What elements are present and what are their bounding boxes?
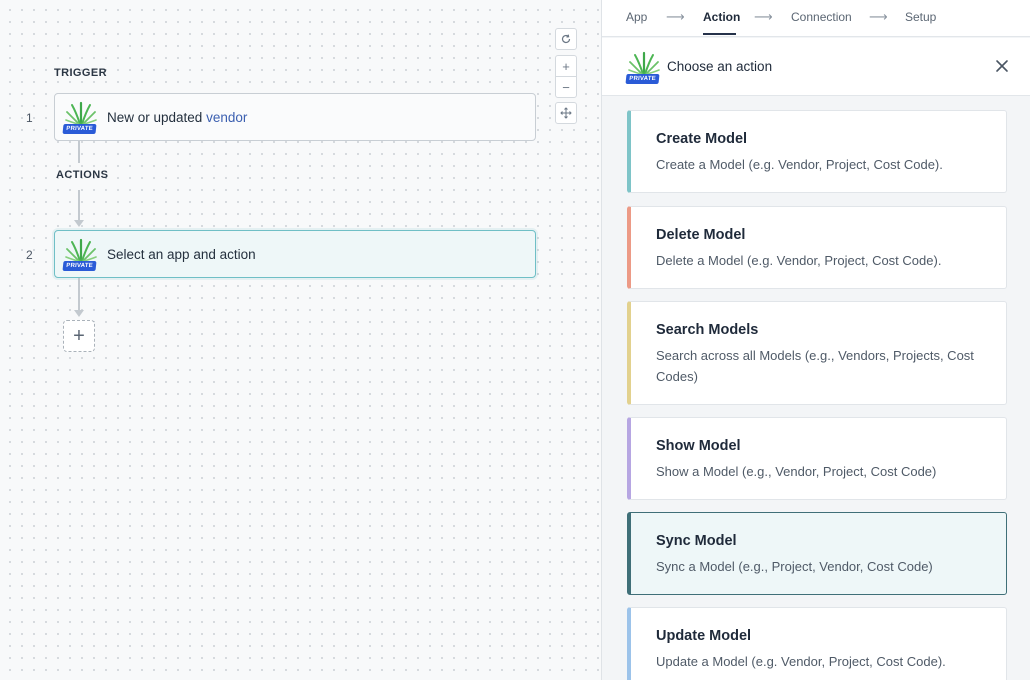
active-step-indicator xyxy=(703,33,736,35)
action-description: Create a Model (e.g. Vendor, Project, Co… xyxy=(656,157,943,172)
zoom-in-button[interactable]: + xyxy=(555,55,577,77)
close-panel-button[interactable] xyxy=(993,57,1011,75)
panel-header: PRIVATE Choose an action xyxy=(602,38,1030,96)
trigger-entity-link: vendor xyxy=(206,109,248,125)
action-option-delete-model[interactable]: Delete Model Delete a Model (e.g. Vendor… xyxy=(627,206,1007,289)
action-option-search-models[interactable]: Search Models Search across all Models (… xyxy=(627,301,1007,405)
step-number: 1 xyxy=(26,111,33,125)
reset-view-button[interactable] xyxy=(555,28,577,50)
arrow-down-icon xyxy=(74,310,84,317)
action-title: Update Model xyxy=(656,628,752,644)
agave-logo-icon xyxy=(628,51,660,75)
private-badge: PRIVATE xyxy=(625,73,660,84)
action-title: Create Model xyxy=(656,131,748,147)
agave-logo-icon xyxy=(65,101,97,126)
trigger-label: TRIGGER xyxy=(54,67,107,79)
close-icon xyxy=(996,60,1008,72)
trigger-step-card[interactable]: PRIVATE New or updated vendor xyxy=(54,93,536,141)
refresh-icon xyxy=(561,34,571,44)
private-badge: PRIVATE xyxy=(62,124,97,134)
action-title: Delete Model xyxy=(656,227,746,243)
connector-line xyxy=(78,141,80,163)
action-title: Show Model xyxy=(656,438,741,454)
trigger-step-title: New or updated vendor xyxy=(107,109,248,125)
arrow-down-icon xyxy=(74,220,84,227)
actions-label: ACTIONS xyxy=(56,169,109,181)
app-logo: PRIVATE xyxy=(62,100,99,134)
action-option-show-model[interactable]: Show Model Show a Model (e.g., Vendor, P… xyxy=(627,417,1007,500)
agave-logo-icon xyxy=(65,238,97,263)
move-icon xyxy=(560,107,572,119)
connector-line xyxy=(78,278,80,312)
connector-line xyxy=(78,190,80,222)
stepper-setup[interactable]: Setup xyxy=(905,10,936,24)
action-title: Search Models xyxy=(656,322,759,338)
private-badge: PRIVATE xyxy=(62,261,97,271)
action-picker-panel: App ⟶ Action ⟶ Connection ⟶ Setup PRIVAT… xyxy=(601,0,1030,680)
action-description: Search across all Models (e.g., Vendors,… xyxy=(656,348,974,384)
zoom-out-button[interactable]: − xyxy=(555,76,577,98)
app-logo: PRIVATE xyxy=(625,50,662,84)
arrow-right-icon: ⟶ xyxy=(666,9,685,24)
add-step-button[interactable]: + xyxy=(63,320,95,352)
step-number: 2 xyxy=(26,248,33,262)
action-title: Sync Model xyxy=(656,533,737,549)
setup-stepper: App ⟶ Action ⟶ Connection ⟶ Setup xyxy=(602,0,1030,37)
fit-view-button[interactable] xyxy=(555,102,577,124)
action-step-card[interactable]: PRIVATE Select an app and action xyxy=(54,230,536,278)
action-step-title: Select an app and action xyxy=(107,246,256,262)
action-description: Show a Model (e.g., Vendor, Project, Cos… xyxy=(656,464,937,479)
app-logo: PRIVATE xyxy=(62,237,99,271)
action-description: Delete a Model (e.g. Vendor, Project, Co… xyxy=(656,253,942,268)
action-option-create-model[interactable]: Create Model Create a Model (e.g. Vendor… xyxy=(627,110,1007,193)
stepper-action[interactable]: Action xyxy=(703,10,740,24)
stepper-connection[interactable]: Connection xyxy=(791,10,852,24)
action-option-update-model[interactable]: Update Model Update a Model (e.g. Vendor… xyxy=(627,607,1007,680)
arrow-right-icon: ⟶ xyxy=(869,9,888,24)
arrow-right-icon: ⟶ xyxy=(754,9,773,24)
action-description: Update a Model (e.g. Vendor, Project, Co… xyxy=(656,654,946,669)
workflow-canvas[interactable]: + − TRIGGER 1 PRIVATE New or updated ven… xyxy=(0,0,601,680)
stepper-app[interactable]: App xyxy=(626,10,647,24)
action-description: Sync a Model (e.g., Project, Vendor, Cos… xyxy=(656,559,933,574)
panel-title: Choose an action xyxy=(667,59,773,74)
action-option-sync-model[interactable]: Sync Model Sync a Model (e.g., Project, … xyxy=(627,512,1007,595)
